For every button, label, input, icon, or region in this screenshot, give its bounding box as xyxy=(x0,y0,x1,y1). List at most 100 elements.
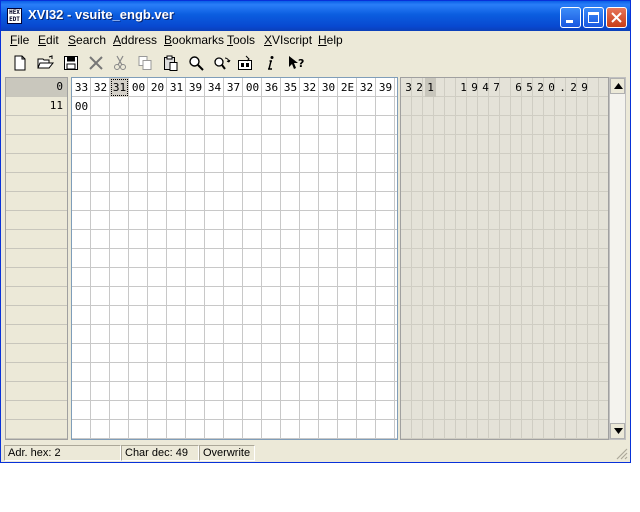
app-icon: HEX EDT xyxy=(7,8,22,24)
menu-search[interactable]: Search xyxy=(68,33,106,47)
address-row-empty xyxy=(6,192,67,211)
char-cell[interactable]: 1 xyxy=(458,78,469,97)
arrow-up-icon xyxy=(614,83,623,89)
hex-cell[interactable]: 31 xyxy=(167,78,186,97)
hex-cell[interactable]: 36 xyxy=(262,78,281,97)
char-cell[interactable] xyxy=(447,78,458,97)
address-row-empty xyxy=(6,401,67,420)
hex-cell[interactable]: 39 xyxy=(186,78,205,97)
hex-cell[interactable]: 32 xyxy=(357,78,376,97)
save-button[interactable] xyxy=(60,53,82,73)
menu-tools[interactable]: Tools xyxy=(227,33,255,47)
close-icon xyxy=(611,12,622,23)
hex-cell[interactable]: 00 xyxy=(243,78,262,97)
minimize-icon xyxy=(566,20,573,23)
menu-address[interactable]: Address xyxy=(113,33,157,47)
char-cell[interactable]: 2 xyxy=(414,78,425,97)
hex-cell[interactable]: 34 xyxy=(205,78,224,97)
copy-button[interactable] xyxy=(134,53,156,73)
open-folder-icon xyxy=(37,55,55,69)
properties-icon xyxy=(238,55,252,70)
replace-button[interactable] xyxy=(210,53,232,73)
address-row-empty xyxy=(6,135,67,154)
paste-icon xyxy=(164,55,178,71)
replace-icon xyxy=(214,57,231,70)
status-bar: Adr. hex: 2 Char dec: 49 Overwrite xyxy=(1,444,630,462)
address-row-empty xyxy=(6,363,67,382)
hex-cell[interactable]: 00 xyxy=(72,97,91,116)
hex-cell[interactable]: 30 xyxy=(319,78,338,97)
hex-cell[interactable]: 20 xyxy=(148,78,167,97)
status-address: Adr. hex: 2 xyxy=(4,445,121,461)
address-row-empty xyxy=(6,306,67,325)
window-title: XVI32 - vsuite_engb.ver xyxy=(28,7,174,22)
char-cell[interactable]: 2 xyxy=(535,78,546,97)
char-cell[interactable]: 1 xyxy=(425,78,436,97)
hex-cell[interactable]: 00 xyxy=(129,78,148,97)
address-row-empty xyxy=(6,154,67,173)
address-row-empty xyxy=(6,173,67,192)
vertical-scrollbar[interactable] xyxy=(609,77,626,440)
paste-button[interactable] xyxy=(160,53,182,73)
app-icon-bottom-text: EDT xyxy=(9,16,20,23)
char-cell[interactable]: 9 xyxy=(579,78,590,97)
status-mode[interactable]: Overwrite xyxy=(199,445,255,461)
address-row-empty xyxy=(6,325,67,344)
maximize-button[interactable] xyxy=(583,7,604,28)
menu-xviscript[interactable]: XVIscript xyxy=(264,33,312,47)
open-button[interactable] xyxy=(34,53,56,73)
char-cell[interactable] xyxy=(502,78,513,97)
address-row-empty xyxy=(6,211,67,230)
hex-cell[interactable]: 37 xyxy=(224,78,243,97)
info-button[interactable] xyxy=(260,53,282,73)
address-row-empty xyxy=(6,287,67,306)
char-cell[interactable]: 7 xyxy=(491,78,502,97)
app-window: HEX EDT XVI32 - vsuite_engb.ver File Edi… xyxy=(0,0,631,463)
scroll-down-button[interactable] xyxy=(610,423,625,439)
context-help-button[interactable]: ? xyxy=(285,53,307,73)
char-cell[interactable] xyxy=(436,78,447,97)
char-cell[interactable]: 3 xyxy=(403,78,414,97)
find-button[interactable] xyxy=(185,53,207,73)
minimize-button[interactable] xyxy=(560,7,581,28)
menu-file[interactable]: File xyxy=(10,33,29,47)
scroll-up-button[interactable] xyxy=(610,78,625,94)
hex-cell[interactable]: 39 xyxy=(376,78,395,97)
svg-text:?: ? xyxy=(298,57,304,70)
hex-cell[interactable]: 32 xyxy=(91,78,110,97)
menu-help[interactable]: Help xyxy=(318,33,343,47)
char-cell[interactable]: 4 xyxy=(480,78,491,97)
cut-icon xyxy=(114,55,126,70)
hex-cell[interactable]: 2E xyxy=(338,78,357,97)
hex-cell[interactable]: 33 xyxy=(72,78,91,97)
menu-edit[interactable]: Edit xyxy=(38,33,59,47)
properties-button[interactable] xyxy=(234,53,256,73)
delete-button[interactable] xyxy=(85,53,107,73)
close-button[interactable] xyxy=(606,7,627,28)
hex-cell[interactable]: 35 xyxy=(281,78,300,97)
hex-pane[interactable]: 33 32 31 00 20 31 39 34 37 00 36 35 32 30 2E 32 39 00 xyxy=(71,77,398,440)
title-bar[interactable]: HEX EDT XVI32 - vsuite_engb.ver xyxy=(1,1,630,31)
resize-grip-icon[interactable] xyxy=(616,448,628,460)
char-cell[interactable]: 0 xyxy=(546,78,557,97)
char-cell[interactable]: 2 xyxy=(568,78,579,97)
char-cell[interactable]: 9 xyxy=(469,78,480,97)
new-file-icon xyxy=(14,55,26,71)
char-pane[interactable]: 321 1947 6520.29 xyxy=(400,77,609,440)
char-cell[interactable]: 5 xyxy=(524,78,535,97)
address-row: 11 xyxy=(6,97,67,116)
char-cell[interactable]: 6 xyxy=(513,78,524,97)
new-file-button[interactable] xyxy=(9,53,31,73)
toolbar: ? xyxy=(1,51,630,75)
find-icon xyxy=(189,56,204,71)
char-cell[interactable]: . xyxy=(557,78,568,97)
address-row-empty xyxy=(6,249,67,268)
address-row-empty xyxy=(6,268,67,287)
cut-button[interactable] xyxy=(109,53,131,73)
context-help-icon: ? xyxy=(289,56,304,70)
arrow-down-icon xyxy=(614,428,623,434)
hex-cell[interactable]: 31 xyxy=(110,78,129,97)
hex-cell[interactable]: 32 xyxy=(300,78,319,97)
info-icon xyxy=(268,56,274,70)
menu-bookmarks[interactable]: Bookmarks xyxy=(164,33,224,47)
